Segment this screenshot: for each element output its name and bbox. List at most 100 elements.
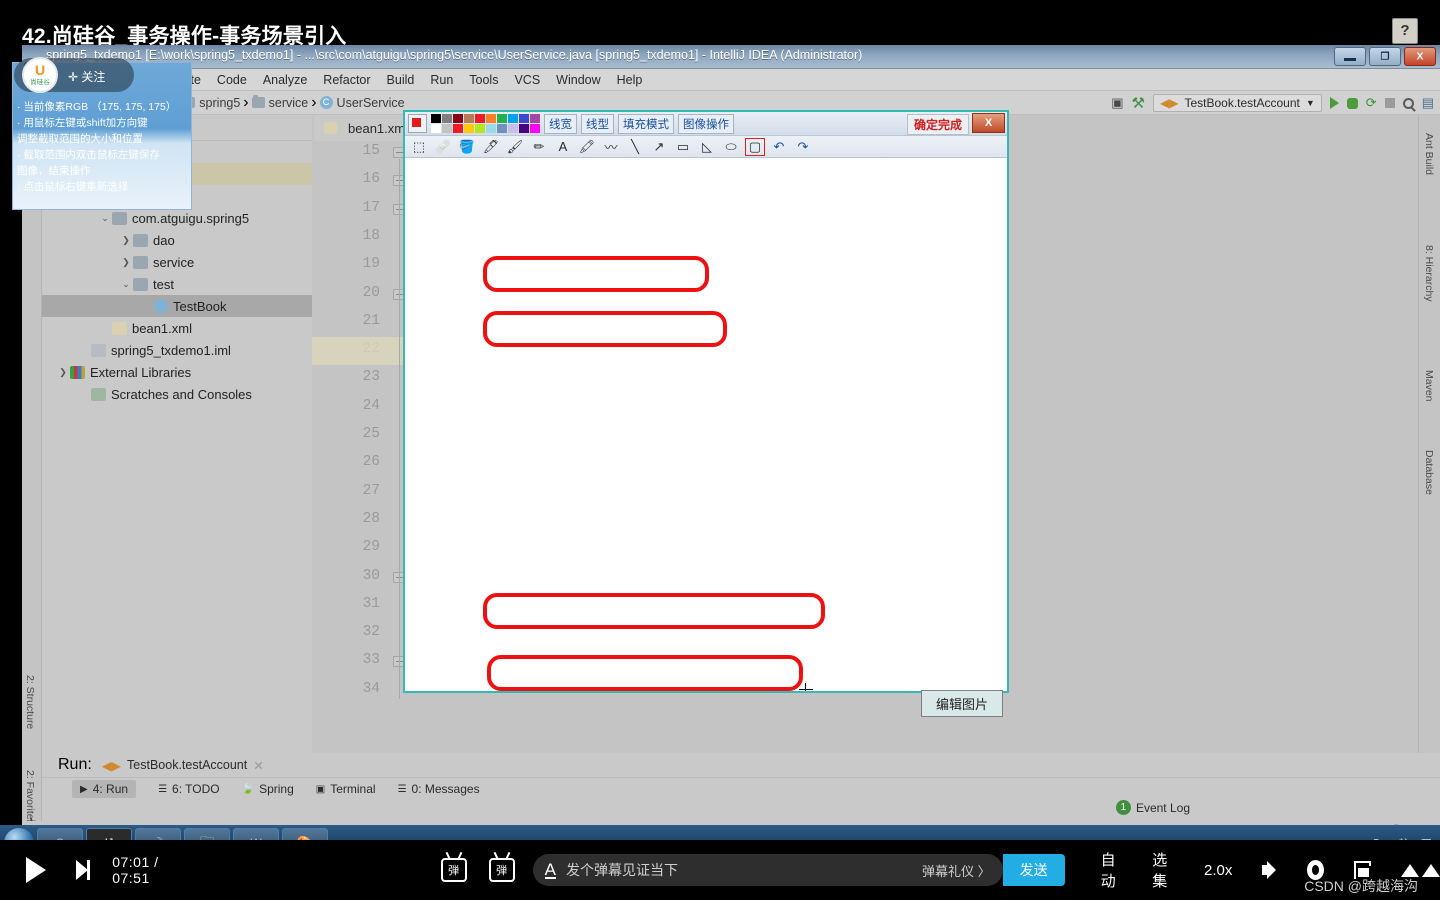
- image-ops-button[interactable]: 图像操作: [678, 113, 734, 134]
- run-tab-testaccount[interactable]: ◀▶ TestBook.testAccount ✕: [102, 758, 264, 773]
- rail-item-structure[interactable]: 2: Structure: [24, 675, 36, 729]
- palette-swatch[interactable]: [530, 124, 540, 133]
- tree-item-spring5-txdemo1-iml[interactable]: spring5_txdemo1.iml: [42, 339, 312, 361]
- chevron-right-icon[interactable]: ❯: [56, 367, 70, 378]
- menu-item-help[interactable]: Help: [610, 71, 650, 89]
- palette-swatch[interactable]: [530, 114, 540, 123]
- episode-list-button[interactable]: 选集: [1152, 849, 1174, 891]
- tree-item-service[interactable]: ❯ service: [42, 251, 312, 273]
- tree-item-scratches-and-consoles[interactable]: Scratches and Consoles: [42, 383, 312, 405]
- play-button[interactable]: [26, 857, 46, 883]
- arrow-tool-icon[interactable]: ↗: [649, 138, 669, 156]
- tool-window-6--todo[interactable]: ☰ 6: TODO: [158, 782, 220, 796]
- tool-window-terminal[interactable]: ▣ Terminal: [316, 782, 376, 796]
- pencil-tool-icon[interactable]: ✏: [529, 138, 549, 156]
- run-coverage-button[interactable]: ⟳: [1366, 95, 1377, 111]
- tree-item-bean1-xml[interactable]: bean1.xml: [42, 317, 312, 339]
- chevron-down-icon[interactable]: ⌄: [119, 279, 133, 290]
- palette-swatch[interactable]: [519, 114, 529, 123]
- current-color-swatch[interactable]: [408, 114, 427, 133]
- chevron-right-icon[interactable]: ❯: [119, 235, 133, 246]
- palette-swatch[interactable]: [453, 114, 463, 123]
- tree-item-testbook[interactable]: TestBook: [42, 295, 312, 317]
- line-tool-icon[interactable]: ╲: [625, 138, 645, 156]
- palette-swatch[interactable]: [464, 114, 474, 123]
- breadcrumb-userservice[interactable]: C UserService: [317, 96, 408, 110]
- debug-button[interactable]: [1346, 97, 1358, 109]
- menu-item-vcs[interactable]: VCS: [507, 71, 547, 89]
- palette-swatch[interactable]: [497, 114, 507, 123]
- chevron-down-icon[interactable]: ⌄: [98, 213, 112, 224]
- palette-swatch[interactable]: [486, 124, 496, 133]
- close-button[interactable]: X: [1404, 47, 1436, 66]
- follow-button[interactable]: ✛ 关注: [68, 68, 105, 85]
- palette-swatch[interactable]: [475, 114, 485, 123]
- line-width-button[interactable]: 线宽: [544, 113, 577, 134]
- help-button[interactable]: ?: [1392, 18, 1418, 44]
- polygon-tool-icon[interactable]: ◺: [697, 138, 717, 156]
- paint-bucket-tool-icon[interactable]: 🪣: [457, 138, 477, 156]
- palette-swatch[interactable]: [475, 124, 485, 133]
- hammer-icon[interactable]: ⚒: [1132, 94, 1145, 112]
- color-palette[interactable]: [431, 114, 540, 133]
- eraser-tool-icon[interactable]: 🩹: [433, 138, 453, 156]
- tool-window-0--messages[interactable]: ☰ 0: Messages: [398, 782, 480, 796]
- next-button[interactable]: [76, 860, 91, 880]
- palette-swatch[interactable]: [497, 124, 507, 133]
- rail-item-ant-build[interactable]: Ant Build: [1423, 133, 1435, 175]
- maximize-button[interactable]: ❐: [1369, 47, 1401, 66]
- palette-swatch[interactable]: [464, 124, 474, 133]
- marker-tool-icon[interactable]: 🖍: [577, 138, 597, 156]
- menu-item-code[interactable]: Code: [210, 71, 254, 89]
- palette-swatch[interactable]: [431, 114, 441, 123]
- project-structure-icon[interactable]: ▤: [1422, 95, 1434, 111]
- playback-speed-button[interactable]: 2.0x: [1204, 862, 1232, 879]
- fill-mode-button[interactable]: 填充模式: [618, 113, 674, 134]
- edit-image-button[interactable]: 编辑图片: [921, 690, 1004, 717]
- menu-item-window[interactable]: Window: [549, 71, 607, 89]
- tree-item-test[interactable]: ⌄ test: [42, 273, 312, 295]
- breadcrumb-service[interactable]: service: [249, 95, 312, 110]
- undo-tool-icon[interactable]: ↶: [769, 138, 789, 156]
- run-button[interactable]: [1329, 97, 1339, 109]
- shot-canvas[interactable]: [405, 159, 1007, 691]
- text-tool-icon[interactable]: A: [553, 138, 573, 156]
- danmaku-input-area[interactable]: A 发个弹幕见证当下 弹幕礼仪 〉: [532, 854, 1003, 886]
- danmaku-etiquette-link[interactable]: 弹幕礼仪 〉: [922, 861, 991, 880]
- menu-item-refactor[interactable]: Refactor: [316, 71, 377, 89]
- curve-tool-icon[interactable]: 〰: [601, 138, 621, 156]
- font-style-icon[interactable]: A: [544, 861, 556, 879]
- palette-swatch[interactable]: [453, 124, 463, 133]
- palette-swatch[interactable]: [442, 114, 452, 123]
- tool-window-4--run[interactable]: ▶ 4: Run: [72, 780, 137, 798]
- color-picker-tool-icon[interactable]: 🖊: [481, 138, 501, 156]
- chevron-right-icon[interactable]: ❯: [119, 257, 133, 268]
- palette-swatch[interactable]: [431, 124, 441, 133]
- menu-item-analyze[interactable]: Analyze: [256, 71, 314, 89]
- rail-item-hierarchy[interactable]: 8: Hierarchy: [1423, 245, 1435, 302]
- event-log-button[interactable]: 1 Event Log: [1115, 800, 1190, 815]
- rail-item-maven[interactable]: Maven: [1423, 370, 1435, 402]
- palette-swatch[interactable]: [486, 114, 496, 123]
- redo-tool-icon[interactable]: ↷: [793, 138, 813, 156]
- fullscreen-icon[interactable]: [1401, 863, 1440, 877]
- line-type-button[interactable]: 线型: [581, 113, 614, 134]
- menu-item-tools[interactable]: Tools: [462, 71, 505, 89]
- palette-swatch[interactable]: [442, 124, 452, 133]
- menu-item-run[interactable]: Run: [423, 71, 460, 89]
- send-button[interactable]: 发送: [1002, 854, 1065, 886]
- brush-tool-icon[interactable]: 🖌: [505, 138, 525, 156]
- select-rect-tool-icon[interactable]: ⬚: [409, 138, 429, 156]
- tool-window-spring[interactable]: 🍃 Spring: [242, 782, 294, 796]
- search-icon[interactable]: [1402, 97, 1414, 109]
- stop-button[interactable]: [1384, 98, 1395, 108]
- tree-item-dao[interactable]: ❯ dao: [42, 229, 312, 251]
- shot-close-button[interactable]: X: [972, 113, 1005, 133]
- confirm-button[interactable]: 确定完成: [906, 114, 969, 135]
- close-run-tab-icon[interactable]: ✕: [253, 758, 263, 773]
- build-icon[interactable]: ▣: [1111, 95, 1123, 111]
- ellipse-tool-icon[interactable]: ⬭: [721, 138, 741, 156]
- run-configuration-selector[interactable]: ◀▶ TestBook.testAccount ▼: [1153, 94, 1322, 112]
- annotation-rect[interactable]: [483, 256, 709, 292]
- annotation-rect[interactable]: [483, 593, 825, 629]
